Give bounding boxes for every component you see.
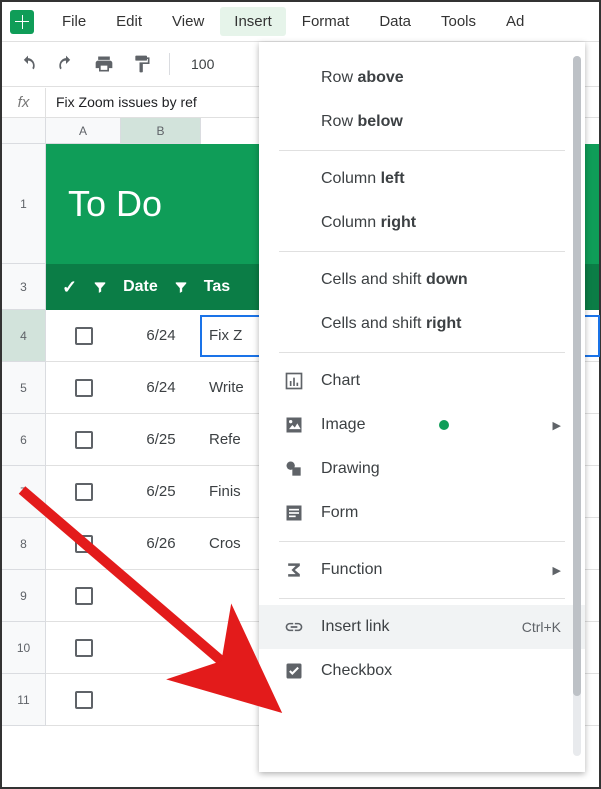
link-icon [283, 617, 305, 637]
row-headers: 1 3 4 5 6 7 8 9 10 11 [2, 144, 46, 726]
date-header[interactable]: Date [123, 278, 158, 296]
undo-button[interactable] [16, 52, 40, 76]
date-cell[interactable]: 6/24 [121, 327, 201, 344]
dropdown-scrollbar[interactable] [573, 56, 581, 756]
menu-item-left[interactable]: Column left [259, 157, 585, 201]
menu-item-label: Checkbox [321, 662, 392, 680]
checkbox[interactable] [75, 431, 93, 449]
checkbox[interactable] [75, 327, 93, 345]
menu-item-right[interactable]: Column right [259, 201, 585, 245]
menu-item-drawing[interactable]: Drawing [259, 447, 585, 491]
task-header[interactable]: Tas [204, 278, 230, 296]
menu-item-label: Function [321, 561, 382, 579]
col-header-a[interactable]: A [46, 118, 121, 144]
form-icon [283, 503, 305, 523]
menu-tools[interactable]: Tools [427, 7, 490, 36]
menu-format[interactable]: Format [288, 7, 364, 36]
row-header-3[interactable]: 3 [2, 264, 46, 310]
menu-item-label: Chart [321, 372, 360, 390]
menu-item-label: Cells and shift down [321, 271, 468, 289]
menu-item-image[interactable]: Image ▶ [259, 403, 585, 447]
menu-item-function[interactable]: Function ▶ [259, 548, 585, 592]
col-header-b[interactable]: B [121, 118, 201, 144]
new-badge-dot [439, 420, 449, 430]
menu-item-label: Row below [321, 113, 403, 131]
date-cell[interactable]: 6/24 [121, 379, 201, 396]
image-icon [283, 415, 305, 435]
row-header-10[interactable]: 10 [2, 622, 46, 674]
row-header-1[interactable]: 1 [2, 144, 46, 264]
row-header-9[interactable]: 9 [2, 570, 46, 622]
submenu-arrow-icon: ▶ [553, 564, 561, 577]
row-header-6[interactable]: 6 [2, 414, 46, 466]
menu-file[interactable]: File [48, 7, 100, 36]
redo-button[interactable] [54, 52, 78, 76]
submenu-arrow-icon: ▶ [553, 419, 561, 432]
row-header-5[interactable]: 5 [2, 362, 46, 414]
row-header-8[interactable]: 8 [2, 518, 46, 570]
insert-menu-dropdown: Row above Row below Column left Column righ… [259, 42, 585, 772]
menu-item-label: Image [321, 416, 365, 434]
checkbox[interactable] [75, 483, 93, 501]
checkbox[interactable] [75, 639, 93, 657]
chart-icon [283, 371, 305, 391]
row-header-7[interactable]: 7 [2, 466, 46, 518]
date-cell[interactable]: 6/26 [121, 535, 201, 552]
check-column-icon: ✓ [62, 277, 77, 298]
select-all-corner[interactable] [2, 118, 46, 144]
menu-item-form[interactable]: Form [259, 491, 585, 535]
checkbox[interactable] [75, 691, 93, 709]
date-cell[interactable]: 6/25 [121, 431, 201, 448]
menu-item-label: Drawing [321, 460, 380, 478]
menu-item-label: Row above [321, 69, 404, 87]
menu-addons[interactable]: Ad [492, 7, 538, 36]
menu-item-label: Cells and shift right [321, 315, 461, 333]
menu-item-right[interactable]: Cells and shift right [259, 302, 585, 346]
checkbox[interactable] [75, 535, 93, 553]
menu-item-insert-link[interactable]: Insert link Ctrl+K [259, 605, 585, 649]
function-icon [283, 560, 305, 580]
menu-insert[interactable]: Insert [220, 7, 286, 36]
menu-data[interactable]: Data [365, 7, 425, 36]
menu-item-label: Column right [321, 214, 416, 232]
print-button[interactable] [92, 52, 116, 76]
menu-item-chart[interactable]: Chart [259, 359, 585, 403]
menu-item-checkbox[interactable]: Checkbox [259, 649, 585, 693]
menu-view[interactable]: View [158, 7, 218, 36]
zoom-level[interactable]: 100 [185, 56, 220, 72]
row-header-4[interactable]: 4 [2, 310, 46, 362]
fx-label: fx [2, 88, 46, 117]
menu-edit[interactable]: Edit [102, 7, 156, 36]
menu-item-below[interactable]: Row below [259, 100, 585, 144]
checkbox[interactable] [75, 587, 93, 605]
menu-item-label: Column left [321, 170, 405, 188]
drawing-icon [283, 459, 305, 479]
checkbox-icon [283, 661, 305, 681]
filter-icon[interactable] [93, 280, 107, 294]
checkbox[interactable] [75, 379, 93, 397]
paint-format-button[interactable] [130, 52, 154, 76]
sheets-logo[interactable] [10, 10, 34, 34]
filter-icon[interactable] [174, 280, 188, 294]
menu-item-down[interactable]: Cells and shift down [259, 258, 585, 302]
menu-item-above[interactable]: Row above [259, 56, 585, 100]
shortcut-label: Ctrl+K [522, 619, 561, 635]
date-cell[interactable]: 6/25 [121, 483, 201, 500]
menu-item-label: Form [321, 504, 358, 522]
menu-item-label: Insert link [321, 618, 389, 636]
row-header-11[interactable]: 11 [2, 674, 46, 726]
menubar: File Edit View Insert Format Data Tools … [2, 2, 599, 42]
